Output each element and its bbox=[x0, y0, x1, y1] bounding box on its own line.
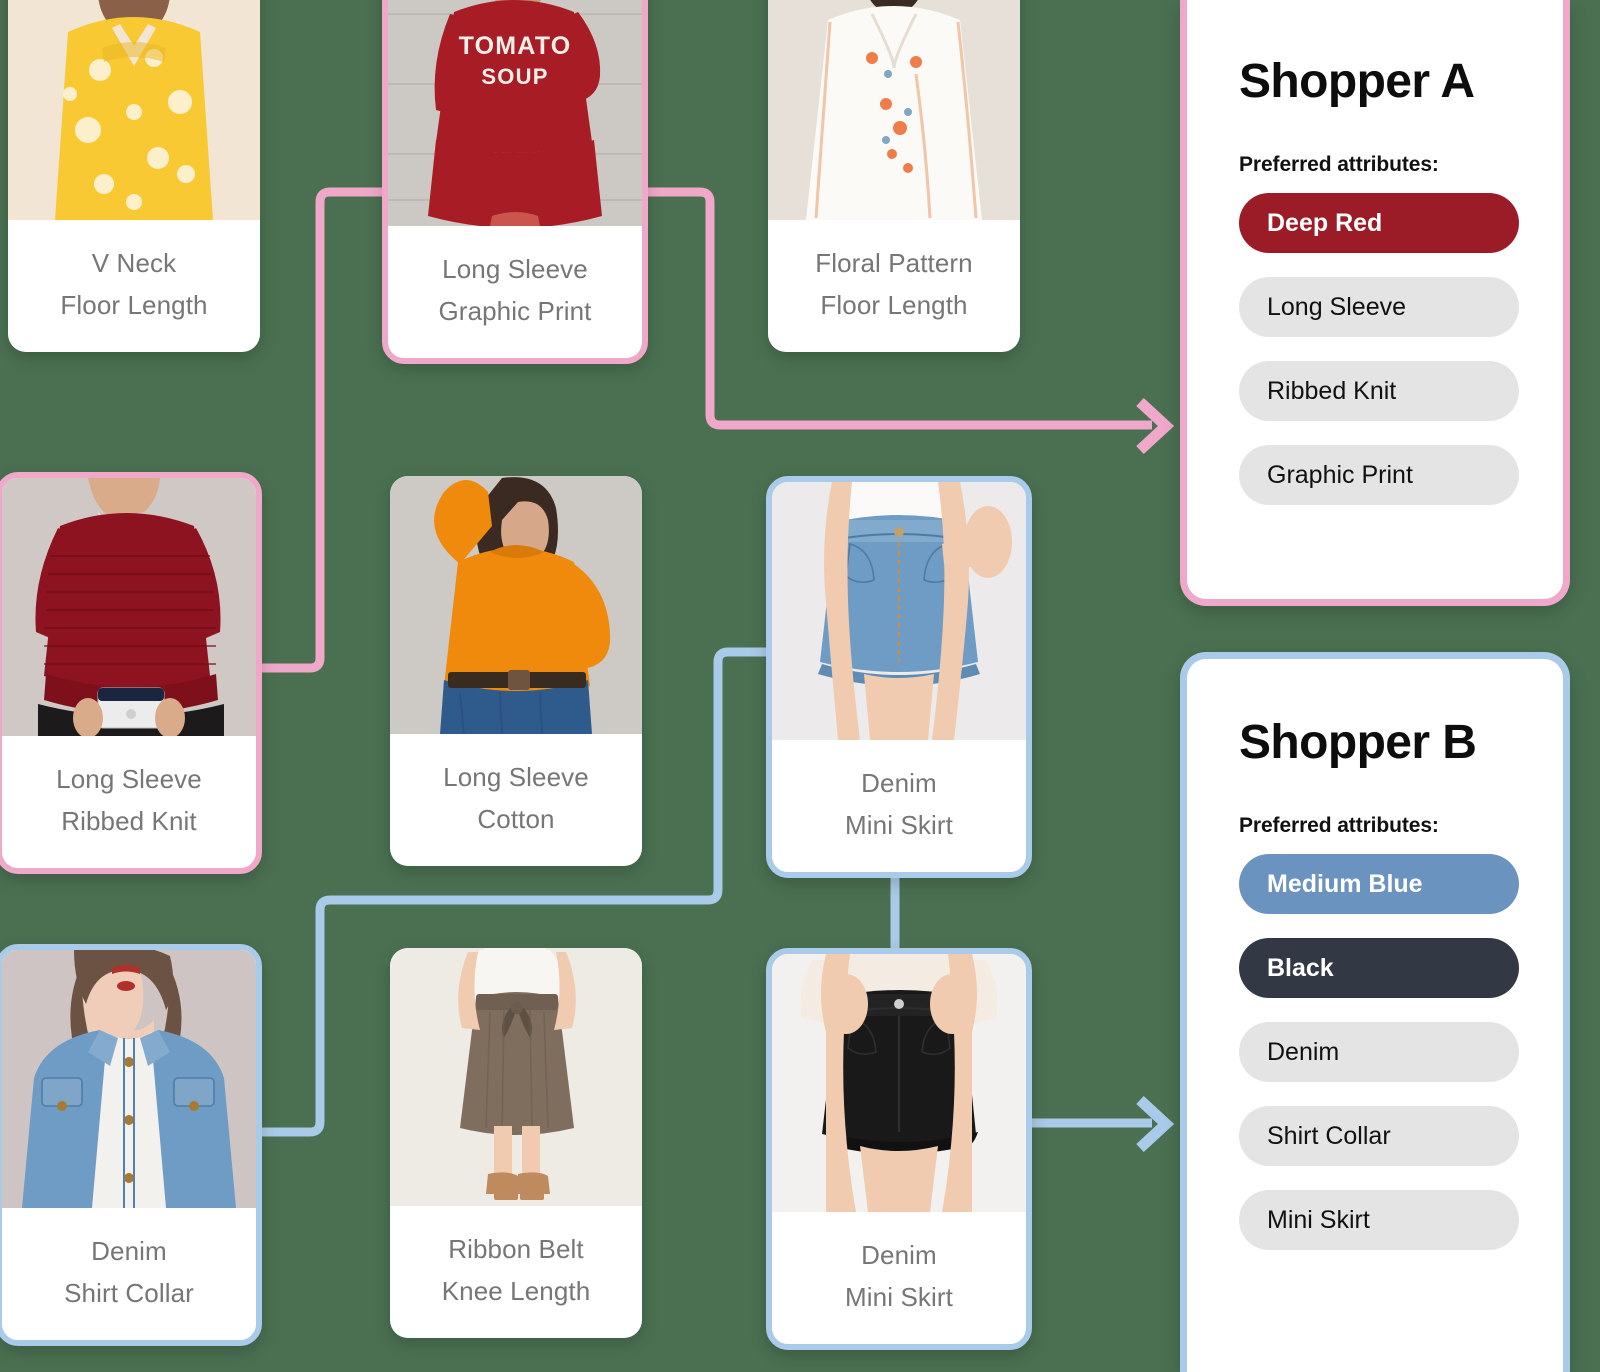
svg-text:SOUP: SOUP bbox=[481, 64, 548, 89]
product-attribute-line: Ribbon Belt bbox=[448, 1234, 584, 1264]
shopper-b-attributes-label: Preferred attributes: bbox=[1239, 814, 1439, 837]
attribute-pill-label: Mini Skirt bbox=[1267, 1205, 1370, 1234]
product-attribute-line: Floor Length bbox=[60, 290, 208, 321]
attribute-pill-label: Denim bbox=[1267, 1037, 1340, 1066]
svg-text:TOMATO: TOMATO bbox=[459, 32, 572, 60]
product-attribute-line: Shirt Collar bbox=[64, 1278, 194, 1309]
product-attribute-line: Mini Skirt bbox=[845, 810, 953, 841]
product-attribute-line: Denim bbox=[861, 1240, 937, 1270]
product-image-blue-denim-jacket bbox=[2, 950, 256, 1208]
product-image-blue-denim-mini-skirt bbox=[772, 482, 1026, 740]
product-card-denim-mini-skirt-black[interactable]: Denim Mini Skirt bbox=[766, 948, 1032, 1351]
product-attribute-line: Long Sleeve bbox=[56, 764, 202, 794]
product-card-floral-pattern-floor-length[interactable]: Floral Pattern Floor Length bbox=[768, 0, 1020, 353]
product-attribute-line: Knee Length bbox=[441, 1276, 591, 1307]
shopper-b-title: Shopper B bbox=[1239, 716, 1477, 769]
product-caption: Denim Shirt Collar bbox=[2, 1208, 256, 1340]
product-attribute-line: Floor Length bbox=[820, 290, 968, 321]
product-card-v-neck-floor-length[interactable]: V Neck Floor Length bbox=[8, 0, 260, 353]
product-card-ribbon-belt-knee-length[interactable]: Ribbon Belt Knee Length bbox=[390, 948, 642, 1339]
product-image-orange-cotton-long-sleeve-top bbox=[390, 476, 642, 734]
arrowhead-pink-shopper-a bbox=[1136, 397, 1175, 455]
product-card-denim-mini-skirt-blue[interactable]: Denim Mini Skirt bbox=[766, 476, 1032, 879]
attribute-pill-label: Long Sleeve bbox=[1267, 292, 1407, 321]
product-attribute-line: Mini Skirt bbox=[845, 1282, 953, 1313]
shopper-a-attribute-list: Deep Red Long Sleeve Ribbed Knit Graphic… bbox=[1239, 193, 1519, 505]
product-image-yellow-floral-maxi-dress bbox=[8, 0, 260, 220]
attribute-pill-black[interactable]: Black bbox=[1239, 938, 1519, 998]
product-caption: Ribbon Belt Knee Length bbox=[390, 1206, 642, 1338]
attribute-pill-denim[interactable]: Denim bbox=[1239, 1022, 1519, 1082]
product-attribute-line: Cotton bbox=[477, 804, 555, 835]
product-image-brown-ribbon-belt-midi-skirt bbox=[390, 948, 642, 1206]
arrowhead-blue-shopper-b bbox=[1136, 1095, 1175, 1153]
product-caption: Floral Pattern Floor Length bbox=[768, 220, 1020, 352]
attribute-pill-label: Graphic Print bbox=[1267, 460, 1413, 489]
product-card-long-sleeve-cotton[interactable]: Long Sleeve Cotton bbox=[390, 476, 642, 867]
product-caption: Long Sleeve Graphic Print bbox=[388, 226, 642, 358]
shopper-b-content: Shopper B Preferred attributes: Medium B… bbox=[1187, 659, 1563, 1250]
product-attribute-line: Long Sleeve bbox=[443, 762, 589, 792]
attribute-pill-label: Black bbox=[1267, 953, 1334, 982]
product-attribute-line: Long Sleeve bbox=[442, 254, 588, 284]
attribute-pill-shirt-collar[interactable]: Shirt Collar bbox=[1239, 1106, 1519, 1166]
product-caption: V Neck Floor Length bbox=[8, 220, 260, 352]
attribute-pill-deep-red[interactable]: Deep Red bbox=[1239, 193, 1519, 253]
attribute-pill-label: Deep Red bbox=[1267, 208, 1383, 237]
product-image-black-denim-mini-skirt bbox=[772, 954, 1026, 1212]
product-image-white-embroidered-kaftan-dress bbox=[768, 0, 1020, 220]
product-caption: Denim Mini Skirt bbox=[772, 740, 1026, 872]
product-attribute-line: Graphic Print bbox=[438, 296, 592, 327]
shopper-b-attribute-list: Medium Blue Black Denim Shirt Collar Min… bbox=[1239, 854, 1519, 1250]
product-attribute-line: V Neck bbox=[91, 248, 177, 278]
product-caption: Denim Mini Skirt bbox=[772, 1212, 1026, 1344]
product-attribute-line: Floral Pattern bbox=[815, 248, 973, 278]
attribute-pill-graphic-print[interactable]: Graphic Print bbox=[1239, 445, 1519, 505]
attribute-pill-label: Medium Blue bbox=[1267, 869, 1423, 898]
product-attribute-line: Denim bbox=[861, 768, 937, 798]
attribute-pill-mini-skirt[interactable]: Mini Skirt bbox=[1239, 1190, 1519, 1250]
attribute-pill-long-sleeve[interactable]: Long Sleeve bbox=[1239, 277, 1519, 337]
attribute-pill-ribbed-knit[interactable]: Ribbed Knit bbox=[1239, 361, 1519, 421]
shopper-a-attributes-label: Preferred attributes: bbox=[1239, 153, 1439, 176]
connector-pink-ribbed-to-graphic bbox=[262, 187, 382, 673]
shopper-b-panel: Shopper B Preferred attributes: Medium B… bbox=[1180, 652, 1570, 1372]
product-image-dark-red-ribbed-knit-sweater bbox=[2, 478, 256, 736]
attribute-pill-medium-blue[interactable]: Medium Blue bbox=[1239, 854, 1519, 914]
shopper-a-title: Shopper A bbox=[1239, 55, 1475, 108]
product-image-red-tomato-soup-sweatshirt-dress: TOMATO SOUP bbox=[388, 0, 642, 226]
product-card-denim-shirt-collar[interactable]: Denim Shirt Collar bbox=[0, 944, 262, 1347]
attribute-pill-label: Ribbed Knit bbox=[1267, 376, 1397, 405]
shopper-a-content: Shopper A Preferred attributes: Deep Red… bbox=[1187, 0, 1563, 505]
product-caption: Long Sleeve Cotton bbox=[390, 734, 642, 866]
product-attribute-line: Ribbed Knit bbox=[61, 806, 197, 837]
product-card-long-sleeve-graphic-print[interactable]: TOMATO SOUP Long Sleeve Graphic Print bbox=[382, 0, 648, 365]
product-card-long-sleeve-ribbed-knit[interactable]: Long Sleeve Ribbed Knit bbox=[0, 472, 262, 875]
shopper-a-panel: Shopper A Preferred attributes: Deep Red… bbox=[1180, 0, 1570, 606]
product-caption: Long Sleeve Ribbed Knit bbox=[2, 736, 256, 868]
attribute-pill-label: Shirt Collar bbox=[1267, 1121, 1391, 1150]
product-attribute-line: Denim bbox=[91, 1236, 167, 1266]
